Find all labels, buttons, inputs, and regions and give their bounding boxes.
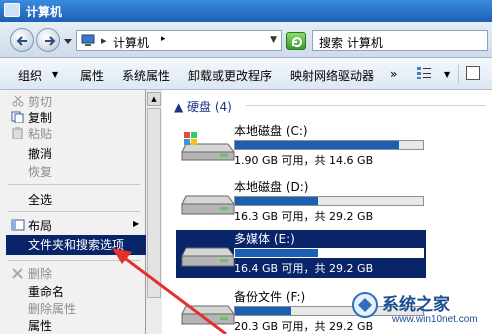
drive-free-space: 16.4 GB 可用，共 29.2 GB xyxy=(234,262,374,275)
computer-icon xyxy=(4,3,20,17)
drive-usage-bar xyxy=(234,140,424,150)
drive-name: 本地磁盘 (D:) xyxy=(234,180,309,194)
organize-dropdown-icon: ▼ xyxy=(52,70,59,79)
drive-free-space: 1.90 GB 可用，共 14.6 GB xyxy=(234,154,374,167)
search-placeholder: 搜索 计算机 xyxy=(319,36,383,50)
hard-drive-icon xyxy=(181,247,235,267)
window-title: 计算机 xyxy=(26,5,63,19)
drive-name: 本地磁盘 (C:) xyxy=(234,124,308,138)
hard-drive-icon xyxy=(181,195,235,215)
menu-item-copy[interactable]: 复制 xyxy=(28,109,52,126)
menu-item-undo[interactable]: 撤消 xyxy=(28,145,52,162)
breadcrumb-computer[interactable]: 计算机 xyxy=(113,34,149,51)
menu-item-paste: 粘贴 xyxy=(28,127,53,141)
menu-item-redo: 恢复 xyxy=(28,165,53,179)
menu-divider xyxy=(8,260,140,261)
menu-item-remove-properties: 删除属性 xyxy=(28,302,77,316)
drive-free-space: 16.3 GB 可用，共 29.2 GB xyxy=(234,210,374,223)
change-view-icon[interactable] xyxy=(416,66,432,80)
forward-button[interactable] xyxy=(36,28,60,52)
address-bar: ▸ 计算机 ▸ ▼ 搜索 计算机 xyxy=(0,22,492,58)
breadcrumb-dropdown-icon[interactable]: ▸ xyxy=(161,34,166,44)
scroll-up-icon[interactable]: ▲ xyxy=(147,92,161,106)
organize-button[interactable]: 组织 xyxy=(18,67,42,84)
submenu-arrow-icon: ▶ xyxy=(133,219,140,228)
delete-icon xyxy=(12,268,23,279)
menu-item-properties[interactable]: 属性 xyxy=(28,317,52,334)
group-header-label: 硬盘 (4) xyxy=(187,100,232,114)
watermark-logo-icon xyxy=(352,292,378,318)
back-arrow-icon xyxy=(16,36,27,46)
computer-icon xyxy=(81,34,95,46)
map-drive-button[interactable]: 映射网络驱动器 xyxy=(290,67,374,84)
hard-disks-group-header[interactable]: ▲ 硬盘 (4) xyxy=(174,98,232,115)
menu-divider xyxy=(8,184,140,185)
menu-item-folder-search-options[interactable]: 文件夹和搜索选项 xyxy=(28,236,124,253)
recent-pages-dropdown-icon[interactable] xyxy=(64,37,72,45)
cut-icon xyxy=(12,95,24,107)
menu-divider xyxy=(8,211,140,212)
menu-item-select-all[interactable]: 全选 xyxy=(28,191,52,208)
uninstall-button[interactable]: 卸载或更改程序 xyxy=(188,67,272,84)
drive-item[interactable]: 本地磁盘 (D:) 16.3 GB 可用，共 29.2 GB xyxy=(176,178,488,226)
drive-item[interactable]: 本地磁盘 (C:) 1.90 GB 可用，共 14.6 GB xyxy=(176,122,488,170)
menu-item-cut: 剪切 xyxy=(28,95,53,109)
drive-usage-bar xyxy=(234,196,424,206)
nav-pane-scrollbar[interactable]: ▲ xyxy=(146,90,162,334)
group-divider xyxy=(246,105,486,106)
watermark: 系统之家 www.win10net.com xyxy=(352,288,492,334)
search-input[interactable]: 搜索 计算机 xyxy=(312,30,488,51)
command-bar: 组织 ▼ 属性 系统属性 卸载或更改程序 映射网络驱动器 » ▼ xyxy=(0,58,492,90)
preview-pane-icon[interactable] xyxy=(466,66,480,80)
address-dropdown-icon[interactable]: ▼ xyxy=(270,35,277,45)
forward-arrow-icon xyxy=(45,36,56,46)
copy-icon xyxy=(11,111,24,123)
system-properties-button[interactable]: 系统属性 xyxy=(122,67,170,84)
drive-item-selected[interactable]: 多媒体 (E:) 16.4 GB 可用，共 29.2 GB xyxy=(176,230,426,278)
back-button[interactable] xyxy=(10,28,34,52)
menu-item-layout[interactable]: 布局 xyxy=(28,217,52,234)
scrollbar-thumb[interactable] xyxy=(147,108,161,298)
hard-drive-icon xyxy=(181,305,235,325)
view-dropdown-icon[interactable]: ▼ xyxy=(444,70,450,79)
address-field[interactable]: ▸ 计算机 ▸ ▼ xyxy=(76,30,282,51)
refresh-icon xyxy=(292,37,302,48)
drive-name: 多媒体 (E:) xyxy=(234,232,295,246)
properties-button[interactable]: 属性 xyxy=(80,67,104,84)
drive-usage-bar xyxy=(234,248,424,258)
title-bar: 计算机 xyxy=(0,0,492,22)
windows-drive-icon xyxy=(181,132,235,161)
toolbar-divider xyxy=(458,65,459,83)
watermark-url: www.win10net.com xyxy=(392,314,478,325)
drive-name: 备份文件 (F:) xyxy=(234,290,306,304)
menu-item-rename[interactable]: 重命名 xyxy=(28,283,64,300)
more-commands-button[interactable]: » xyxy=(390,67,397,81)
menu-item-delete: 删除 xyxy=(28,267,53,281)
edit-context-menu: 剪切 复制 粘贴 撤消 恢复 全选 布局 ▶ 文件夹和搜索选项 删除 重命名 删… xyxy=(0,90,146,334)
paste-icon xyxy=(12,127,23,139)
watermark-title: 系统之家 xyxy=(382,295,450,315)
layout-icon xyxy=(11,219,25,231)
refresh-button[interactable] xyxy=(286,32,306,50)
breadcrumb-separator-icon: ▸ xyxy=(101,34,107,47)
